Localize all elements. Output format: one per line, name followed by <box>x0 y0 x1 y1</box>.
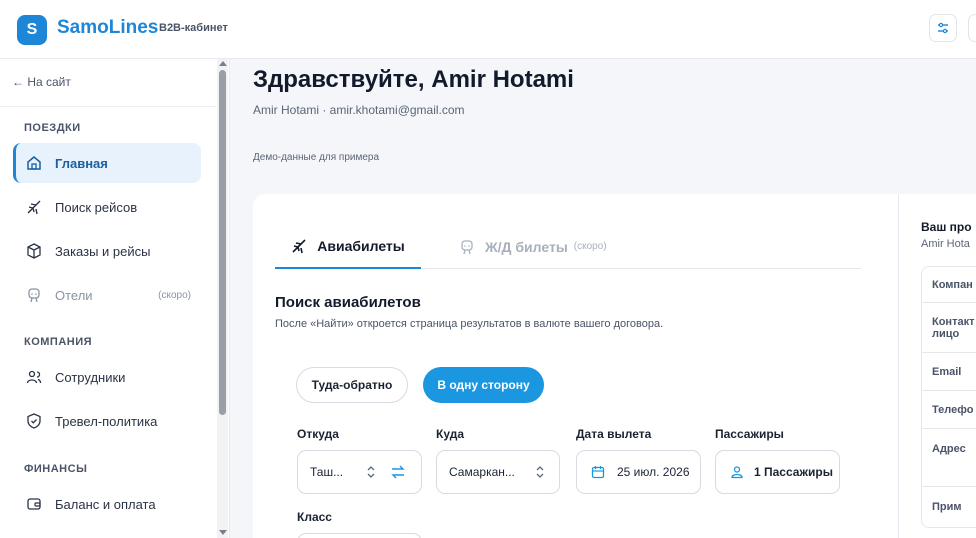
profile-title: Ваш про <box>921 220 972 234</box>
sidebar-item-employees[interactable]: Сотрудники <box>13 357 201 397</box>
sidebar-item-label: Баланс и оплата <box>55 496 156 512</box>
sidebar-item-home[interactable]: Главная <box>13 143 201 183</box>
search-title: Поиск авиабилетов <box>275 294 421 311</box>
row-label: Телефо <box>932 403 974 416</box>
row-label: Адрес <box>932 443 966 455</box>
row-label: Прим <box>932 501 962 513</box>
soon-badge: (скоро) <box>573 241 607 252</box>
box-icon <box>25 242 43 260</box>
sidebar-item-balance[interactable]: Баланс и оплата <box>13 484 201 524</box>
from-value: Таш... <box>310 465 344 479</box>
class-select[interactable] <box>297 533 422 538</box>
select-arrows-icon <box>535 465 545 482</box>
brand-name[interactable]: SamoLines <box>57 17 158 39</box>
home-icon <box>25 154 43 172</box>
to-select[interactable]: Самаркан... <box>436 450 560 494</box>
to-value: Самаркан... <box>449 465 515 479</box>
sidebar-item-label: Отели <box>55 287 93 303</box>
profile-row-phone: Телефо <box>922 391 976 429</box>
brand-subtitle: B2B-кабинет <box>159 22 228 34</box>
search-card: Авиабилеты Ж/Д билеты (скоро) Поиск авиа… <box>253 194 898 538</box>
class-label: Класс <box>297 510 332 524</box>
profile-subtitle: Amir Hota <box>921 238 970 250</box>
plane-icon <box>291 238 307 254</box>
top-bar: S SamoLines B2B-кабинет <box>0 0 976 59</box>
sidebar-item-label: Тревел-политика <box>55 413 158 429</box>
passengers-label: Пассажиры <box>715 427 784 441</box>
sliders-icon <box>938 22 948 34</box>
row-label-cont: лицо <box>932 327 960 340</box>
tab-trains[interactable]: Ж/Д билеты (скоро) <box>459 224 607 269</box>
hotel-icon <box>25 286 43 304</box>
calendar-icon <box>591 465 605 479</box>
sidebar-item-orders[interactable]: Заказы и рейсы <box>13 231 201 271</box>
shield-icon <box>25 412 43 430</box>
tab-flights[interactable]: Авиабилеты <box>275 224 421 269</box>
sidebar-item-flight-search[interactable]: Поиск рейсов <box>13 187 201 227</box>
to-label: Куда <box>436 427 464 441</box>
tab-label: Ж/Д билеты <box>485 238 568 255</box>
profile-row-company: Компан <box>922 267 976 303</box>
section-finance: ФИНАНСЫ <box>24 463 88 475</box>
sidebar-item-label: Главная <box>55 155 108 171</box>
logo-glyph: S <box>26 21 38 38</box>
row-label: Email <box>932 365 962 378</box>
passenger-icon <box>730 465 744 479</box>
user-info: Amir Hotami · amir.khotami@gmail.com <box>253 103 465 117</box>
profile-panel: Ваш про Amir Hota Компан Контакт лицо Em… <box>898 194 976 538</box>
section-company: КОМПАНИЯ <box>24 336 93 348</box>
passengers-select[interactable]: 1 Пассажиры <box>715 450 840 494</box>
date-label: Дата вылета <box>576 427 652 441</box>
wallet-icon <box>25 495 43 513</box>
search-subtitle: После «Найти» откроется страница результ… <box>275 318 664 330</box>
sidebar-scroll-thumb[interactable] <box>219 70 226 415</box>
sidebar-item-label: Сотрудники <box>55 369 126 385</box>
profile-row-address: Адрес <box>922 429 976 487</box>
sidebar: ← На сайт ПОЕЗДКИ Главная Поиск рейсов З… <box>0 59 230 538</box>
select-arrows-icon <box>366 465 376 482</box>
swap-icon[interactable] <box>391 465 405 482</box>
round-trip-button[interactable]: Туда-обратно <box>296 367 408 403</box>
filter-settings-button[interactable] <box>929 14 957 42</box>
passengers-value: 1 Пассажиры <box>754 465 833 479</box>
sidebar-divider <box>0 106 216 107</box>
profile-row-note: Прим <box>922 487 976 527</box>
logo[interactable]: S <box>17 15 47 45</box>
row-label: Компан <box>932 278 973 291</box>
profile-row-email: Email <box>922 353 976 391</box>
from-select[interactable]: Таш... <box>297 450 422 494</box>
train-icon <box>459 239 475 255</box>
date-picker[interactable]: 25 июл. 2026 <box>576 450 701 494</box>
tab-label: Авиабилеты <box>317 237 405 254</box>
date-value: 25 июл. 2026 <box>617 465 690 479</box>
search-tabs: Авиабилеты Ж/Д билеты (скоро) <box>275 224 861 269</box>
sidebar-item-label: Поиск рейсов <box>55 199 138 215</box>
sidebar-item-travel-policy[interactable]: Тревел-политика <box>13 401 201 441</box>
user-menu-button[interactable] <box>968 14 976 42</box>
from-label: Откуда <box>297 427 339 441</box>
back-to-site-link[interactable]: ← На сайт <box>12 75 71 89</box>
soon-badge: (скоро) <box>158 289 191 301</box>
demo-note: Демо-данные для примера <box>253 152 380 163</box>
profile-row-contact: Контакт лицо <box>922 303 976 353</box>
sidebar-item-label: Заказы и рейсы <box>55 243 151 259</box>
scroll-up-arrow-icon[interactable] <box>219 61 227 66</box>
profile-table: Компан Контакт лицо Email Телефо Адрес П… <box>921 266 976 528</box>
section-trips: ПОЕЗДКИ <box>24 122 81 134</box>
row-label: Контакт <box>932 315 975 328</box>
sidebar-item-hotels[interactable]: Отели (скоро) <box>13 275 201 315</box>
users-icon <box>25 368 43 386</box>
scroll-down-arrow-icon[interactable] <box>219 530 227 535</box>
one-way-button[interactable]: В одну сторону <box>423 367 544 403</box>
plane-icon <box>25 198 43 216</box>
page-title: Здравствуйте, Amir Hotami <box>253 66 574 93</box>
